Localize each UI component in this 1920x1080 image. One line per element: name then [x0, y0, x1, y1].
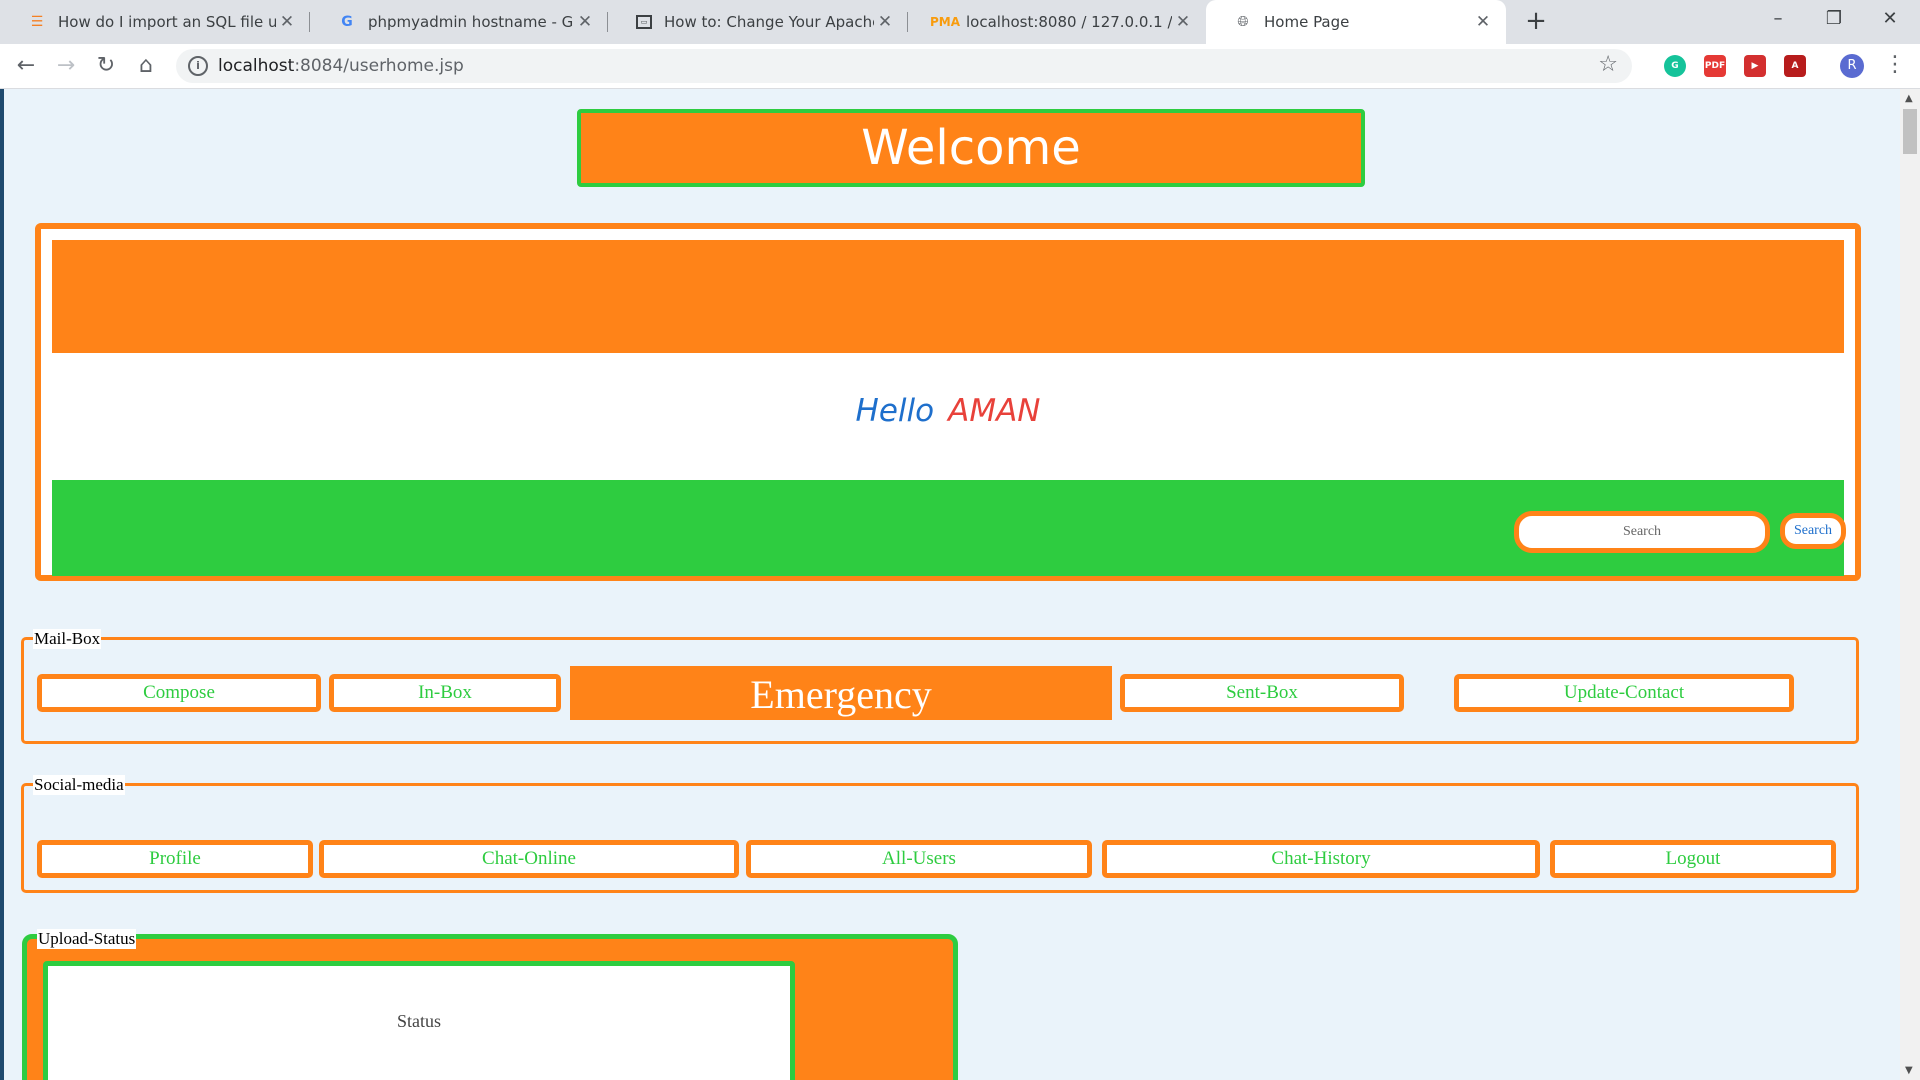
scroll-up-icon[interactable]: ▲: [1905, 93, 1913, 104]
phpmyadmin-icon: PMA: [929, 15, 961, 29]
acrobat-icon[interactable]: A: [1784, 55, 1806, 77]
hero-panel: Hello AMAN Search Search: [35, 223, 1861, 581]
emergency-button[interactable]: Emergency: [570, 666, 1112, 720]
chat-online-button[interactable]: Chat-Online: [319, 840, 739, 878]
social-media-section: Social-media Profile Chat-Online All-Use…: [21, 775, 1859, 893]
new-tab-button[interactable]: +: [1520, 6, 1552, 38]
greeting-user-name: AMAN: [948, 393, 1041, 429]
bookmark-star-icon[interactable]: ☆: [1598, 52, 1618, 77]
scroll-thumb[interactable]: [1903, 109, 1917, 154]
tab-home-page[interactable]: 🌐︎ Home Page ✕: [1206, 0, 1506, 44]
tab-apache-listen[interactable]: ▭ How to: Change Your Apache List ✕: [608, 0, 908, 44]
all-users-button[interactable]: All-Users: [746, 840, 1092, 878]
tab-sql-import[interactable]: ☰ How do I import an SQL file usin ✕: [0, 0, 310, 44]
search-input[interactable]: Search: [1514, 511, 1770, 553]
url-text[interactable]: localhost:8084/userhome.jsp: [218, 56, 464, 76]
home-icon[interactable]: ⌂: [130, 50, 162, 82]
profile-button[interactable]: Profile: [37, 840, 313, 878]
globe-icon: 🌐︎: [1237, 14, 1249, 30]
chat-history-button[interactable]: Chat-History: [1102, 840, 1540, 878]
reload-icon[interactable]: ↻: [90, 50, 122, 82]
search-button[interactable]: Search: [1780, 513, 1846, 549]
inbox-button[interactable]: In-Box: [329, 674, 561, 712]
upload-status-section: Upload-Status Status: [22, 929, 958, 1080]
url-path: :8084/userhome.jsp: [294, 56, 464, 76]
menu-icon[interactable]: ⋮: [1884, 52, 1906, 80]
browser-toolbar: ← → ↻ ⌂ i localhost:8084/userhome.jsp ☆ …: [0, 44, 1920, 89]
page-viewport: Welcome Hello AMAN Search Search Mail-Box…: [0, 89, 1920, 1080]
mailbox-legend: Mail-Box: [33, 629, 102, 649]
orange-band: [52, 240, 1844, 353]
close-icon[interactable]: ✕: [874, 12, 896, 32]
update-contact-button[interactable]: Update-Contact: [1454, 674, 1794, 712]
profile-avatar[interactable]: R: [1840, 54, 1864, 78]
page-icon: ▭: [636, 15, 652, 29]
media-icon[interactable]: ▶: [1744, 55, 1766, 77]
address-bar[interactable]: i localhost:8084/userhome.jsp ☆: [176, 49, 1632, 83]
close-icon[interactable]: ✕: [1172, 12, 1194, 32]
page-scrollbar[interactable]: ▲ ▼: [1900, 89, 1920, 1080]
maximize-button[interactable]: ❐: [1806, 0, 1862, 40]
back-icon[interactable]: ←: [10, 50, 42, 82]
tab-title: How to: Change Your Apache List: [664, 13, 874, 31]
stack-icon: ☰: [30, 14, 44, 30]
tab-title: How do I import an SQL file usin: [58, 13, 276, 31]
green-band: Search Search: [52, 480, 1846, 576]
grammarly-icon[interactable]: G: [1664, 55, 1686, 77]
scroll-down-icon[interactable]: ▼: [1905, 1065, 1913, 1076]
tab-strip: ☰ How do I import an SQL file usin ✕ G p…: [0, 0, 1920, 44]
info-icon[interactable]: i: [188, 56, 208, 76]
tab-title: localhost:8080 / 127.0.0.1 / rahul: [966, 13, 1172, 31]
welcome-banner: Welcome: [577, 109, 1365, 187]
forward-icon[interactable]: →: [50, 50, 82, 82]
minimize-button[interactable]: –: [1750, 0, 1806, 40]
close-icon[interactable]: ✕: [276, 12, 298, 32]
tab-title: Home Page: [1264, 13, 1350, 31]
tab-phpmyadmin-hostname[interactable]: G phpmyadmin hostname - Google ✕: [310, 0, 608, 44]
status-input[interactable]: Status: [43, 961, 795, 1080]
close-icon[interactable]: ✕: [1472, 12, 1494, 32]
social-media-legend: Social-media: [33, 775, 125, 795]
greeting: Hello AMAN: [41, 393, 1855, 429]
logout-button[interactable]: Logout: [1550, 840, 1836, 878]
greeting-hello: Hello: [855, 393, 935, 429]
tab-title: phpmyadmin hostname - Google: [368, 13, 574, 31]
upload-status-legend: Upload-Status: [37, 929, 137, 949]
tab-phpmyadmin-localhost[interactable]: PMA localhost:8080 / 127.0.0.1 / rahul ✕: [908, 0, 1206, 44]
window-close-button[interactable]: ✕: [1862, 0, 1918, 40]
mailbox-section: Mail-Box Compose In-Box Emergency Sent-B…: [21, 629, 1859, 744]
sent-box-button[interactable]: Sent-Box: [1120, 674, 1404, 712]
url-host: localhost: [218, 56, 295, 76]
google-icon: G: [341, 14, 353, 30]
close-icon[interactable]: ✕: [574, 12, 596, 32]
compose-button[interactable]: Compose: [37, 674, 321, 712]
pdf-icon[interactable]: PDF: [1704, 55, 1726, 77]
